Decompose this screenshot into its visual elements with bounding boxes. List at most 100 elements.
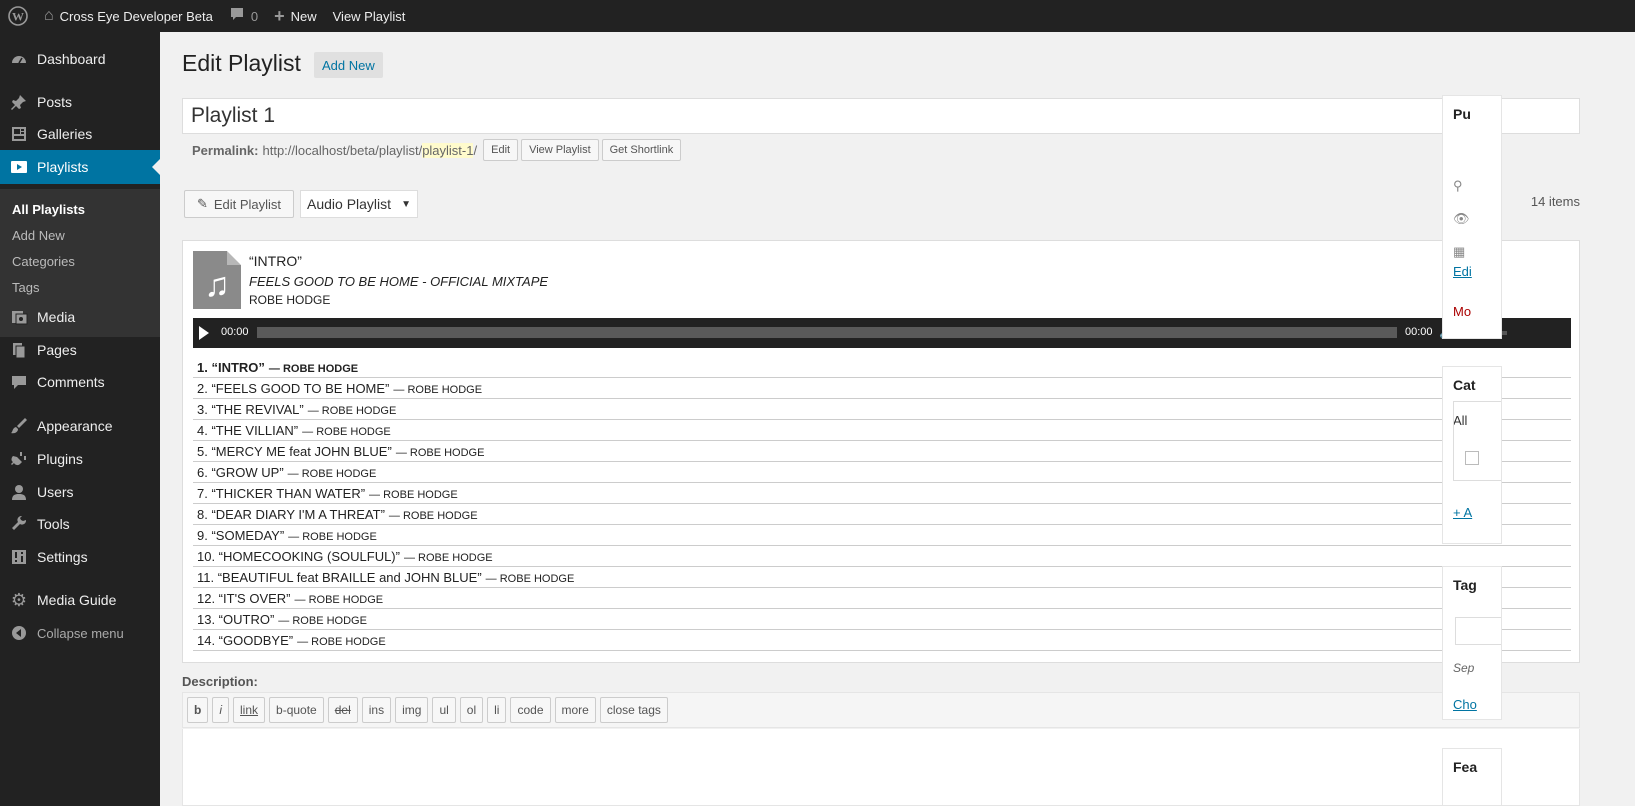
track-item[interactable]: 2. “FEELS GOOD TO BE HOME” — ROBE HODGE [193,378,1571,399]
track-item[interactable]: 4. “THE VILLIAN” — ROBE HODGE [193,420,1571,441]
track-item[interactable]: 12. “IT'S OVER” — ROBE HODGE [193,588,1571,609]
qt-li-button[interactable]: li [487,697,507,723]
track-item[interactable]: 11. “BEAUTIFUL feat BRAILLE and JOHN BLU… [193,567,1571,588]
qt-close-tags-button[interactable]: close tags [599,697,668,723]
track-item[interactable]: 5. “MERCY ME feat JOHN BLUE” — ROBE HODGE [193,441,1571,462]
sidebar-item-galleries[interactable]: Galleries [0,117,160,151]
sidebar-item-media-guide[interactable]: ⚙ Media Guide [0,583,160,617]
category-checkbox[interactable] [1465,451,1479,465]
playlist-type-select[interactable]: Audio Playlist ▼ [300,190,418,218]
edit-date-link[interactable]: Edi [1453,264,1472,279]
add-new-button[interactable]: Add New [314,52,383,78]
sidebar-item-dashboard[interactable]: Dashboard [0,42,160,76]
track-item[interactable]: 14. “GOODBYE” — ROBE HODGE [193,630,1571,651]
sidebar-item-playlists[interactable]: Playlists [0,150,160,184]
brush-icon [9,416,29,436]
submenu-categories[interactable]: Categories [12,254,75,269]
qt-code-button[interactable]: code [510,697,551,723]
qt-ins-button[interactable]: ins [361,697,392,723]
track-artist: — ROBE HODGE [294,594,384,606]
edit-permalink-button[interactable]: Edit [483,139,519,161]
play-icon[interactable] [199,326,209,340]
site-name: Cross Eye Developer Beta [59,8,213,24]
submenu-add-new[interactable]: Add New [12,228,65,243]
track-item[interactable]: 6. “GROW UP” — ROBE HODGE [193,462,1571,483]
tags-input[interactable] [1455,617,1501,645]
sidebar-item-pages[interactable]: Pages [0,333,160,367]
sidebar-item-label: Media [37,309,76,325]
now-playing-title: “INTRO” [249,253,302,269]
qt-img-button[interactable]: img [395,697,429,723]
wrench-icon [9,514,29,534]
progress-rail[interactable] [257,327,1397,338]
track-artist: — ROBE HODGE [369,489,458,501]
description-textarea[interactable] [182,729,1580,806]
site-name-link[interactable]: ⌂ Cross Eye Developer Beta [36,0,221,32]
edit-playlist-button[interactable]: ✎ Edit Playlist [184,190,294,218]
new-content-link[interactable]: + New [266,0,325,32]
sidebar-item-settings[interactable]: Settings [0,540,160,574]
qt-bold-button[interactable]: b [187,697,209,723]
sidebar-item-media[interactable]: Media [0,300,160,334]
qt-ul-button[interactable]: ul [432,697,456,723]
qt-del-button[interactable]: del [327,697,358,723]
track-title: 4. “THE VILLIAN” [197,423,299,438]
items-count: 14 items [1530,194,1580,209]
main-content: Edit Playlist Add New Playlist 1 Permali… [160,32,1635,806]
collapse-arrow-icon [9,623,29,643]
track-item[interactable]: 3. “THE REVIVAL” — ROBE HODGE [193,399,1571,420]
play-icon [9,157,29,177]
sidebar-item-tools[interactable]: Tools [0,507,160,541]
sidebar-item-users[interactable]: Users [0,475,160,509]
track-artist: — ROBE HODGE [388,510,478,522]
move-to-trash-link[interactable]: Mo [1453,304,1471,319]
sidebar-item-appearance[interactable]: Appearance [0,409,160,443]
track-artist: — ROBE HODGE [403,552,493,564]
permalink-label: Permalink: [192,142,259,158]
publish-box: Pu ⚲ 👁 ▦ Edi Mo [1442,95,1502,339]
track-item[interactable]: 7. “THICKER THAN WATER” — ROBE HODGE [193,483,1571,504]
gallery-icon [9,124,29,144]
sidebar-item-label: Dashboard [37,51,106,67]
track-artist: — ROBE HODGE [307,405,397,417]
submenu-tags[interactable]: Tags [12,280,39,295]
track-item[interactable]: 10. “HOMECOOKING (SOULFUL)” — ROBE HODGE [193,546,1571,567]
sidebar-item-label: Plugins [37,451,83,467]
track-item[interactable]: 1. “INTRO” — ROBE HODGE [193,357,1571,378]
qt-more-button[interactable]: more [554,697,596,723]
qt-italic-button[interactable]: i [212,697,230,723]
collapse-menu-button[interactable]: Collapse menu [0,616,160,650]
track-title: 14. “GOODBYE” [197,633,294,648]
view-playlist-link[interactable]: View Playlist [325,0,414,32]
permalink-slug[interactable]: playlist-1 [422,142,474,158]
get-shortlink-button[interactable]: Get Shortlink [601,139,682,161]
track-title: 5. “MERCY ME feat JOHN BLUE” [197,444,392,459]
sidebar-item-posts[interactable]: Posts [0,85,160,119]
sidebar-item-comments[interactable]: Comments [0,365,160,399]
submenu-all-playlists[interactable]: All Playlists [12,202,85,217]
track-item[interactable]: 8. “DEAR DIARY I'M A THREAT” — ROBE HODGE [193,504,1571,525]
sidebar-item-plugins[interactable]: Plugins [0,442,160,476]
audio-file-icon: ♫ [193,251,241,309]
comments-link[interactable]: 0 [221,0,266,32]
track-item[interactable]: 9. “SOMEDAY” — ROBE HODGE [193,525,1571,546]
track-title: 11. “BEAUTIFUL feat BRAILLE and JOHN BLU… [197,570,482,585]
choose-tags-link[interactable]: Cho [1453,697,1477,712]
categories-box-title: Cat [1453,377,1476,393]
wordpress-logo-icon[interactable]: W [0,0,36,32]
qt-ol-button[interactable]: ol [459,697,484,723]
track-artist: — ROBE HODGE [302,426,391,438]
dropdown-arrow-icon: ▼ [401,198,411,210]
now-playing-album: FEELS GOOD TO BE HOME - OFFICIAL MIXTAPE [249,274,549,289]
track-item[interactable]: 13. “OUTRO” — ROBE HODGE [193,609,1571,630]
qt-blockquote-button[interactable]: b-quote [269,697,324,723]
admin-bar: W ⌂ Cross Eye Developer Beta 0 + New Vie… [0,0,1635,32]
view-playlist-button[interactable]: View Playlist [521,139,599,161]
qt-link-button[interactable]: link [233,697,266,723]
gear-icon: ⚙ [10,589,28,610]
title-input[interactable]: Playlist 1 [182,98,1580,134]
permalink-base[interactable]: http://localhost/beta/playlist/ [262,143,422,158]
playlist-preview: ♫ “INTRO” FEELS GOOD TO BE HOME - OFFICI… [182,240,1580,663]
publish-box-title: Pu [1453,106,1471,122]
add-category-link[interactable]: + A [1453,505,1472,520]
